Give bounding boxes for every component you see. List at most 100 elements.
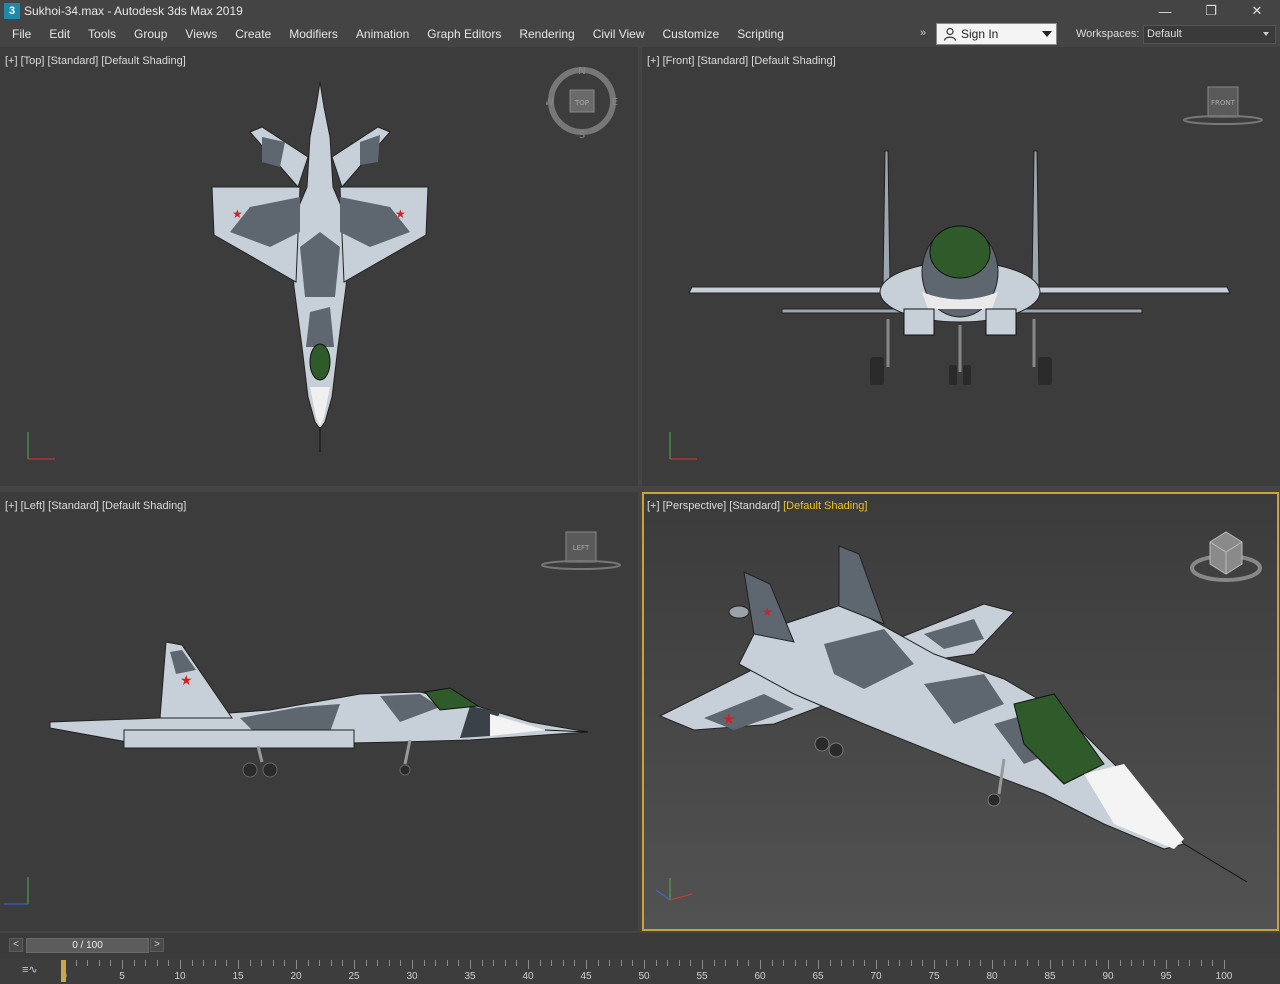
track-bar-tick-label: 100 bbox=[1215, 971, 1233, 982]
viewcube-face-label: FRONT bbox=[1211, 99, 1236, 107]
menu-animation[interactable]: Animation bbox=[347, 22, 418, 46]
track-bar-tick bbox=[1166, 960, 1167, 969]
track-bar-tick bbox=[562, 960, 564, 966]
track-bar-tick bbox=[992, 960, 993, 969]
track-bar-tick bbox=[934, 960, 935, 969]
next-frame-button[interactable]: > bbox=[150, 938, 164, 952]
track-bar-tick bbox=[620, 960, 622, 966]
minimize-button[interactable]: — bbox=[1142, 0, 1188, 22]
track-bar-tick bbox=[1119, 960, 1121, 966]
track-bar-tick bbox=[655, 960, 657, 966]
red-star-icon: ★ bbox=[395, 207, 406, 221]
track-bar-tick bbox=[493, 960, 495, 966]
track-bar-tick bbox=[864, 960, 866, 966]
track-bar-tick bbox=[261, 960, 263, 966]
track-bar[interactable]: ≡∿ 0510152025303540455055606570758085909… bbox=[0, 958, 1280, 984]
track-bar-tick bbox=[180, 960, 181, 969]
track-bar-tick-label: 50 bbox=[638, 971, 650, 982]
track-bar-tick bbox=[110, 960, 112, 966]
track-bar-tick bbox=[481, 960, 483, 966]
viewport-front[interactable]: [+] [Front] [Standard] [Default Shading] bbox=[642, 47, 1280, 486]
track-bar-tick bbox=[806, 960, 808, 966]
viewcube-face-label: TOP bbox=[574, 99, 589, 107]
track-bar-tick-label: 85 bbox=[1044, 971, 1056, 982]
track-bar-tick bbox=[1189, 960, 1191, 966]
track-bar-tick-label: 70 bbox=[870, 971, 882, 982]
chevron-down-icon bbox=[1263, 32, 1269, 36]
restore-button[interactable]: ❐ bbox=[1188, 0, 1234, 22]
track-bar-tick bbox=[910, 960, 912, 966]
viewcube[interactable] bbox=[1190, 528, 1264, 593]
track-bar-tick bbox=[1003, 960, 1005, 966]
track-bar-tick bbox=[1015, 960, 1017, 966]
track-bar-tick bbox=[1084, 960, 1086, 966]
track-bar-tick bbox=[296, 960, 297, 969]
menu-overflow-icon[interactable]: » bbox=[920, 27, 926, 39]
track-bar-tick-label: 30 bbox=[406, 971, 418, 982]
menu-tools[interactable]: Tools bbox=[79, 22, 125, 46]
viewport-perspective[interactable]: [+] [Perspective] [Standard] [Default Sh… bbox=[642, 492, 1279, 931]
track-bar-tick bbox=[644, 960, 645, 969]
svg-text:N: N bbox=[578, 66, 585, 77]
track-bar-tick bbox=[794, 960, 796, 966]
workspaces-dropdown[interactable]: Default bbox=[1143, 25, 1276, 44]
workspaces-label: Workspaces: bbox=[1076, 28, 1140, 40]
track-bar-tick bbox=[736, 960, 738, 966]
current-frame-marker[interactable] bbox=[61, 960, 66, 982]
track-bar-tick bbox=[957, 960, 959, 966]
menu-edit[interactable]: Edit bbox=[40, 22, 79, 46]
track-bar-tick bbox=[1096, 960, 1098, 966]
time-slider[interactable]: < 0 / 100 > bbox=[0, 933, 1280, 958]
menu-file[interactable]: File bbox=[0, 22, 40, 46]
close-button[interactable]: ✕ bbox=[1234, 0, 1280, 22]
viewcube-icon: FRONT bbox=[1183, 86, 1263, 125]
time-slider-thumb[interactable]: 0 / 100 bbox=[26, 938, 149, 953]
viewcube[interactable]: LEFT bbox=[540, 530, 624, 577]
red-star-icon: ★ bbox=[722, 710, 735, 728]
track-bar-tick bbox=[597, 960, 599, 966]
curve-editor-icon[interactable]: ≡∿ bbox=[22, 963, 38, 976]
track-bar-tick-label: 75 bbox=[928, 971, 940, 982]
menu-modifiers[interactable]: Modifiers bbox=[280, 22, 347, 46]
track-bar-tick bbox=[829, 960, 831, 966]
menu-graph-editors[interactable]: Graph Editors bbox=[418, 22, 510, 46]
red-star-icon: ★ bbox=[232, 207, 243, 221]
track-bar-tick bbox=[156, 960, 158, 966]
track-bar-tick bbox=[1200, 960, 1202, 966]
menu-customize[interactable]: Customize bbox=[654, 22, 729, 46]
track-bar-tick bbox=[887, 960, 889, 966]
track-bar-tick bbox=[307, 960, 309, 966]
track-bar-tick bbox=[771, 960, 773, 966]
menu-rendering[interactable]: Rendering bbox=[510, 22, 583, 46]
viewport-left[interactable]: [+] [Left] [Standard] [Default Shading] … bbox=[0, 492, 638, 931]
track-bar-tick bbox=[87, 960, 89, 966]
viewcube-compass[interactable]: TOP N E S W bbox=[544, 65, 618, 146]
menu-group[interactable]: Group bbox=[125, 22, 176, 46]
track-bar-tick bbox=[945, 960, 947, 966]
track-bar-tick bbox=[168, 960, 170, 966]
sign-in-button[interactable]: Sign In bbox=[936, 23, 1057, 45]
track-bar-tick bbox=[667, 960, 669, 966]
track-bar-tick bbox=[609, 960, 611, 966]
track-bar-tick-label: 90 bbox=[1102, 971, 1114, 982]
track-bar-tick bbox=[446, 960, 448, 966]
track-bar-tick bbox=[876, 960, 877, 969]
menu-create[interactable]: Create bbox=[226, 22, 280, 46]
track-bar-tick bbox=[760, 960, 761, 969]
track-bar-tick-label: 80 bbox=[986, 971, 998, 982]
track-bar-tick bbox=[249, 960, 251, 966]
menu-scripting[interactable]: Scripting bbox=[728, 22, 793, 46]
viewcube[interactable]: FRONT bbox=[1182, 85, 1266, 132]
menu-views[interactable]: Views bbox=[176, 22, 226, 46]
prev-frame-button[interactable]: < bbox=[9, 938, 23, 952]
track-bar-tick bbox=[191, 960, 193, 966]
track-bar-tick bbox=[1224, 960, 1225, 969]
track-bar-tick bbox=[214, 960, 216, 966]
track-bar-tick bbox=[272, 960, 274, 966]
track-bar-tick bbox=[330, 960, 332, 966]
menu-civil-view[interactable]: Civil View bbox=[584, 22, 654, 46]
track-bar-tick bbox=[1038, 960, 1040, 966]
track-bar-tick-label: 65 bbox=[812, 971, 824, 982]
viewport-top[interactable]: [+] [Top] [Standard] [Default Shading] ★… bbox=[0, 47, 638, 486]
track-bar-tick bbox=[632, 960, 634, 966]
